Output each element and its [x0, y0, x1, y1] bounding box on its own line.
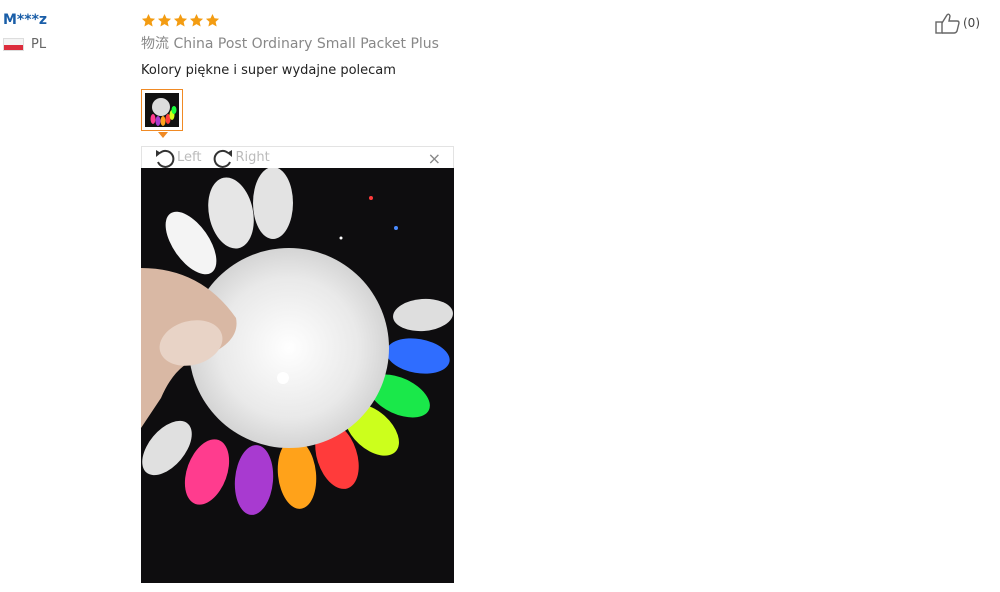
rotate-left-label: Left: [177, 150, 202, 165]
star-icon: [205, 13, 220, 26]
rotate-left-button[interactable]: Left: [153, 147, 201, 169]
review-content: 物流 China Post Ordinary Small Packet Plus…: [141, 10, 439, 138]
poland-flag-icon: [3, 38, 24, 51]
reviewer-country: PL: [3, 37, 47, 52]
rotate-right-label: Right: [235, 150, 270, 165]
rotate-left-icon: [156, 149, 175, 168]
review-photo[interactable]: [141, 168, 454, 583]
star-rating: [141, 10, 439, 30]
close-viewer-button[interactable]: ×: [428, 149, 441, 168]
star-icon: [189, 13, 204, 26]
logistics-prefix: 物流: [141, 36, 169, 52]
thumbnail-selected-caret: [158, 132, 168, 138]
image-viewer: Left Right ×: [141, 146, 454, 583]
country-code: PL: [31, 37, 47, 52]
logistics-method: China Post Ordinary Small Packet Plus: [173, 36, 439, 52]
helpful-count: (0): [963, 16, 980, 30]
photo-thumbnail[interactable]: [141, 89, 183, 138]
helpful-button[interactable]: (0): [935, 12, 980, 34]
viewer-toolbar: Left Right ×: [141, 146, 454, 168]
star-icon: [141, 13, 156, 26]
logistics-info: 物流 China Post Ordinary Small Packet Plus: [141, 35, 439, 53]
star-icon: [157, 13, 172, 26]
rotate-right-button[interactable]: Right: [211, 147, 270, 169]
thumbs-up-icon: [935, 13, 960, 34]
rotate-right-icon: [214, 149, 233, 168]
reviewer-name[interactable]: M***z: [3, 10, 47, 30]
thumbnail-image: [145, 93, 179, 127]
reviewer-info: M***z PL: [3, 10, 47, 52]
star-icon: [173, 13, 188, 26]
review-comment: Kolory piękne i super wydajne polecam: [141, 63, 396, 78]
